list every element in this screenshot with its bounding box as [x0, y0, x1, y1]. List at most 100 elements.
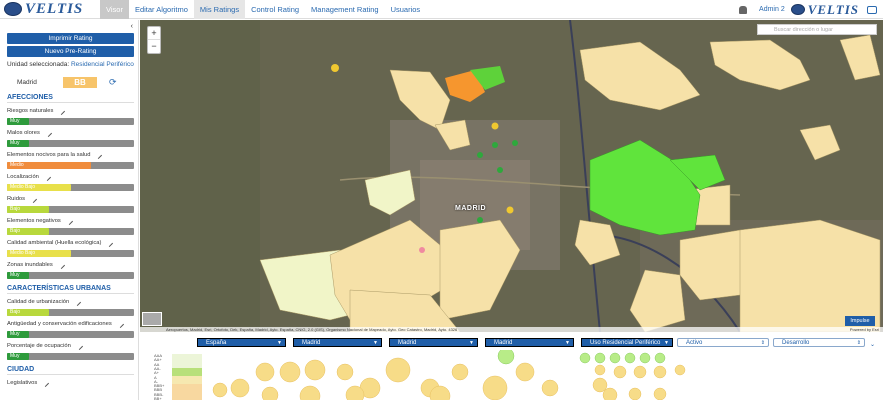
- factor-level-fill: Muy: [7, 272, 29, 279]
- chevron-down-icon[interactable]: ⌄: [870, 341, 875, 348]
- collapse-sidebar-icon[interactable]: ‹: [131, 23, 133, 30]
- filter-value: Madrid: [398, 340, 417, 346]
- factor-level-fill: Bajo: [7, 206, 49, 213]
- user-menu[interactable]: Admin 2: [759, 6, 785, 13]
- edit-pencil-icon[interactable]: [43, 173, 51, 181]
- tab-editar-algoritmo[interactable]: Editar Algoritmo: [129, 0, 194, 19]
- logo-emblem-icon: [4, 2, 22, 16]
- factor-level-bar: Bajo: [7, 228, 134, 235]
- basemap-toggle[interactable]: [142, 312, 162, 326]
- factor-level-bar: Medio: [7, 162, 134, 169]
- afecciones-list: Riesgos naturales Muy Malos olores Muy Eleme…: [7, 107, 134, 279]
- brand-logo[interactable]: VELTIS: [0, 0, 100, 19]
- top-navigation: VELTIS Visor Editar Algoritmo Mis Rating…: [0, 0, 883, 19]
- filter-use-select[interactable]: Uso Residencial Periférico ▼: [581, 338, 673, 347]
- edit-pencil-icon[interactable]: [74, 298, 82, 306]
- factor-label: Localización: [7, 174, 39, 180]
- zoom-control: + −: [147, 26, 161, 54]
- print-rating-button[interactable]: Imprimir Rating: [7, 33, 134, 44]
- factor-label: Calidad de urbanización: [7, 299, 70, 305]
- factor-elementos-nocivos-para-la-salud: Elementos nocivos para la salud Medio: [7, 151, 134, 169]
- filter-phase-select[interactable]: Desarrollo ⇕: [773, 338, 865, 347]
- impulse-button[interactable]: Impulse: [845, 316, 875, 326]
- factor-level-bar: Bajo: [7, 206, 134, 213]
- factor-malos-olores: Malos olores Muy: [7, 129, 134, 147]
- factor-ruidos: Ruidos Bajo: [7, 195, 134, 213]
- map-search-input[interactable]: Buscar dirección o lugar: [757, 24, 877, 35]
- factor-level-bar: Medio Bajo: [7, 250, 134, 257]
- map-view[interactable]: + − Buscar dirección o lugar MADRID Impu…: [140, 20, 883, 332]
- dropdown-arrow-icon: ⇕: [760, 340, 765, 346]
- filter-country-select[interactable]: España ▼: [197, 338, 286, 347]
- filter-region-select[interactable]: Madrid ▼: [293, 338, 382, 347]
- factor-antiguedad-y-conservacion-edificaciones: Antigüedad y conservación edificaciones M…: [7, 320, 134, 338]
- factor-level-fill: Bajo: [7, 228, 49, 235]
- brand-logo-right: VELTIS: [790, 1, 859, 18]
- factor-level-fill: Medio Bajo: [7, 250, 71, 257]
- sidebar-panel: ‹ Imprimir Rating Nuevo Pre-Rating Unida…: [0, 20, 139, 400]
- rating-city: Madrid: [17, 79, 37, 86]
- factor-level-bar: Medio Bajo: [7, 184, 134, 191]
- factor-legislativos: Legislativos: [7, 379, 134, 387]
- edit-pencil-icon[interactable]: [42, 379, 50, 387]
- factor-localizacion: Localización Medio Bajo: [7, 173, 134, 191]
- rating-summary: Madrid BB ⟳: [7, 77, 134, 88]
- zoom-out-button[interactable]: −: [148, 40, 160, 53]
- notifications-bell-icon[interactable]: [739, 5, 748, 14]
- dropdown-arrow-icon: ▼: [373, 340, 378, 346]
- selected-unit-value: Residencial Periférico: [70, 61, 134, 68]
- edit-pencil-icon[interactable]: [58, 107, 66, 115]
- zoom-in-button[interactable]: +: [148, 27, 160, 40]
- section-caracteristicas-urbanas: CARACTERÍSTICAS URBANAS: [7, 285, 134, 294]
- factor-label: Elementos negativos: [7, 218, 61, 224]
- satellite-map: [140, 20, 883, 332]
- tab-mis-ratings[interactable]: Mis Ratings: [193, 0, 246, 19]
- brand-name-right: VELTIS: [807, 1, 859, 17]
- tab-management-rating[interactable]: Management Rating: [305, 0, 385, 19]
- factor-level-fill: Muy: [7, 140, 29, 147]
- section-ciudad: CIUDAD: [7, 366, 134, 375]
- new-pre-rating-button[interactable]: Nuevo Pre-Rating: [7, 46, 134, 57]
- selected-unit: Unidad seleccionada: Residencial Perifér…: [7, 61, 134, 69]
- dropdown-arrow-icon: ▼: [277, 340, 282, 346]
- factor-level-bar: Muy: [7, 353, 134, 360]
- filter-city-select[interactable]: Madrid ▼: [485, 338, 574, 347]
- edit-pencil-icon[interactable]: [30, 195, 38, 203]
- factor-level-fill: Muy: [7, 353, 29, 360]
- factor-label: Antigüedad y conservación edificaciones: [7, 321, 112, 327]
- filter-value: España: [206, 340, 227, 346]
- edit-pencil-icon[interactable]: [106, 239, 114, 247]
- factor-level-fill: Bajo: [7, 309, 49, 316]
- dropdown-arrow-icon: ▼: [469, 340, 474, 346]
- selected-unit-label: Unidad seleccionada:: [7, 61, 70, 68]
- factor-label: Porcentaje de ocupación: [7, 343, 71, 349]
- factor-label: Legislativos: [7, 380, 38, 386]
- tab-control-rating[interactable]: Control Rating: [245, 0, 305, 19]
- factor-level-bar: Muy: [7, 140, 134, 147]
- factor-level-fill: Medio: [7, 162, 91, 169]
- bubble-plot: [172, 350, 686, 400]
- factor-label: Calidad ambiental (Huella ecológica): [7, 240, 102, 246]
- dropdown-arrow-icon: ▼: [565, 340, 570, 346]
- filter-status-select[interactable]: Activo ⇕: [677, 338, 769, 347]
- tab-usuarios[interactable]: Usuarios: [385, 0, 427, 19]
- tab-visor[interactable]: Visor: [100, 0, 129, 19]
- filter-value: Uso Residencial Periférico: [590, 340, 661, 346]
- edit-pencil-icon[interactable]: [95, 151, 103, 159]
- factor-calidad-ambiental-huella-ecologica: Calidad ambiental (Huella ecológica) Medi…: [7, 239, 134, 257]
- edit-pencil-icon[interactable]: [65, 217, 73, 225]
- filter-province-select[interactable]: Madrid ▼: [389, 338, 478, 347]
- factor-label: Zonas inundables: [7, 262, 53, 268]
- edit-pencil-icon[interactable]: [57, 261, 65, 269]
- edit-pencil-icon[interactable]: [116, 320, 124, 328]
- logout-icon[interactable]: [867, 5, 877, 14]
- filter-value: Activo: [686, 340, 703, 346]
- edit-pencil-icon[interactable]: [44, 129, 52, 137]
- factor-label: Malos olores: [7, 130, 40, 136]
- edit-pencil-icon[interactable]: [75, 342, 83, 350]
- filter-value: Madrid: [302, 340, 321, 346]
- factor-level-bar: Muy: [7, 118, 134, 125]
- refresh-icon[interactable]: ⟳: [109, 77, 117, 88]
- factor-level-fill: Muy: [7, 118, 29, 125]
- map-city-label: MADRID: [455, 205, 486, 212]
